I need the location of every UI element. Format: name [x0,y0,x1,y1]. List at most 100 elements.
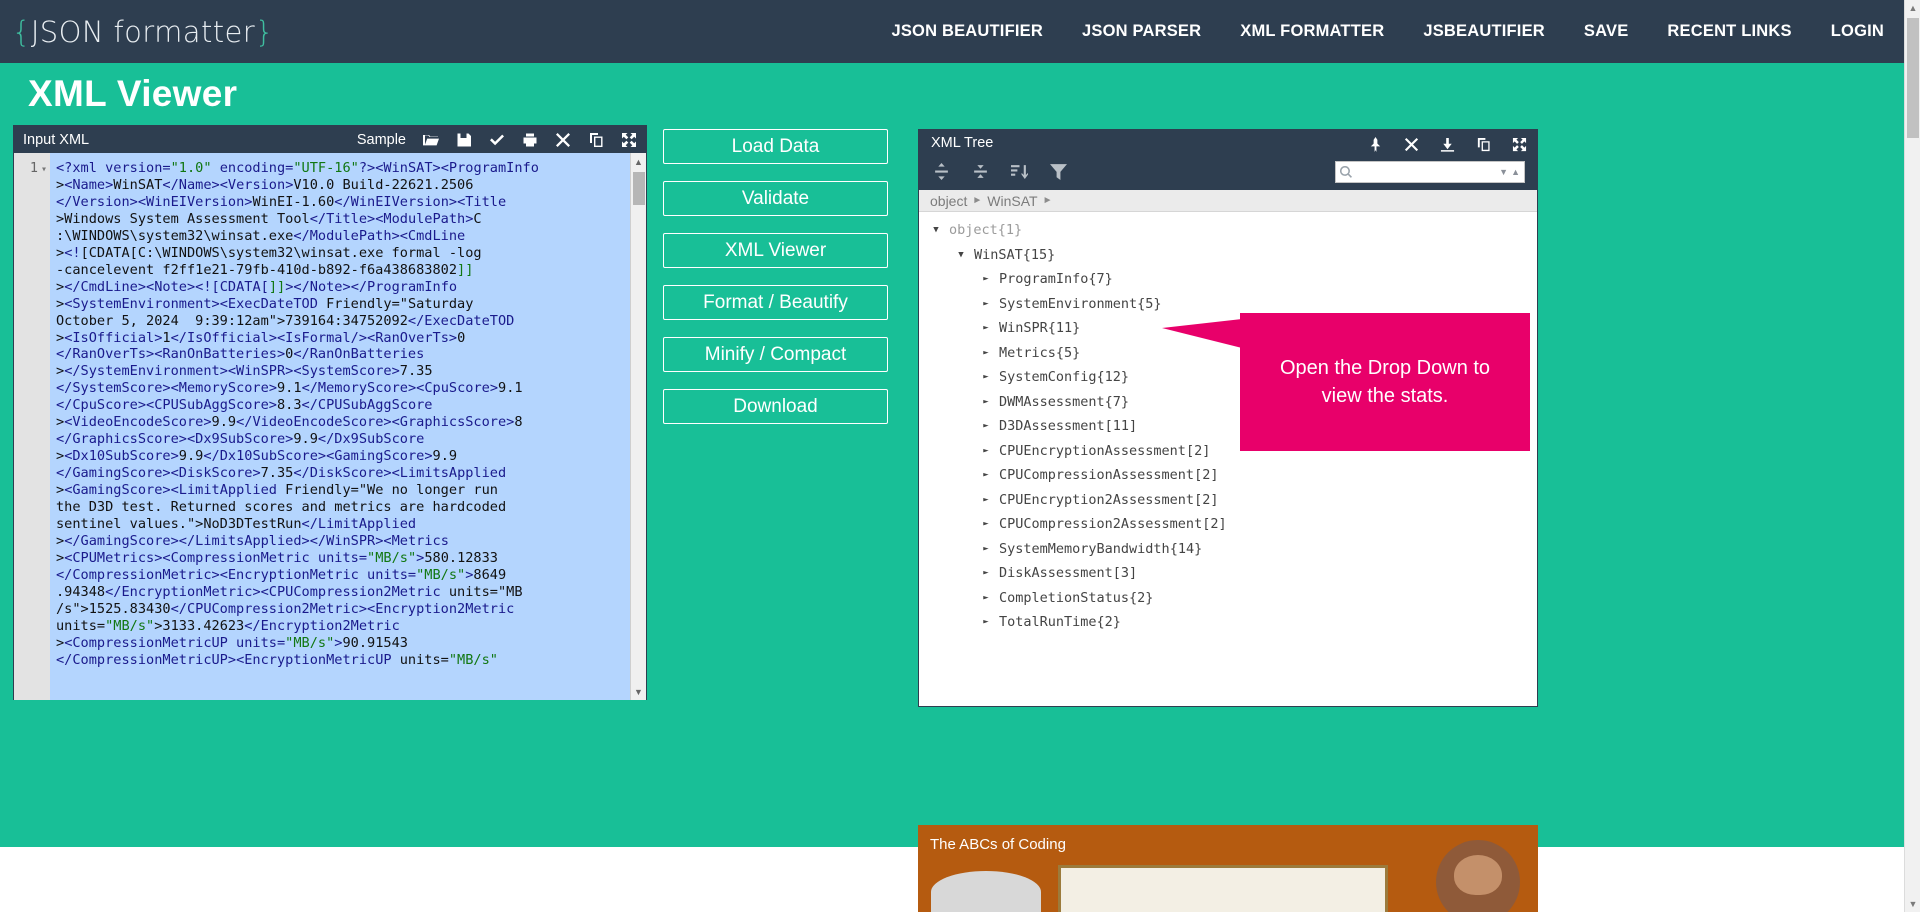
print-icon[interactable] [522,132,538,148]
download-icon[interactable] [1440,137,1455,152]
scroll-down-icon[interactable]: ▼ [631,684,646,699]
triangle-right-icon[interactable]: ► [980,348,992,358]
tree-search-input[interactable] [1355,164,1497,180]
collapse-all-icon[interactable] [972,163,989,180]
triangle-right-icon[interactable]: ► [980,446,992,456]
nav-save[interactable]: SAVE [1584,22,1629,41]
validate-button[interactable]: Validate [663,181,888,216]
pin-icon[interactable] [1368,137,1383,152]
editor-scroll-thumb[interactable] [633,172,645,205]
triangle-right-icon[interactable]: ► [980,519,992,529]
fullscreen-icon[interactable] [1512,137,1527,152]
line-number-1: 1 [29,160,38,176]
breadcrumb-separator-icon: ► [972,195,983,206]
download-button[interactable]: Download [663,389,888,424]
triangle-down-icon[interactable]: ▼ [955,250,967,260]
tree-node-label: WinSPR [999,320,1048,337]
tree-node[interactable]: ► ProgramInfo {7} [919,267,1537,292]
triangle-right-icon[interactable]: ► [980,593,992,603]
format-beautify-button[interactable]: Format / Beautify [663,285,888,320]
triangle-right-icon[interactable]: ► [980,617,992,627]
logo-text: JSON formatter [30,14,256,49]
tree-node-count: {11} [1047,320,1081,337]
xml-source-text[interactable]: <?xml version="1.0" encoding="UTF-16"?><… [50,153,630,700]
nav-xml-formatter[interactable]: XML FORMATTER [1240,22,1384,41]
site-logo[interactable]: {JSON formatter} [12,15,274,49]
xml-tree-header-icons [1368,137,1527,152]
tree-node[interactable]: ► CPUCompressionAssessment [2] [919,463,1537,488]
minify-compact-button[interactable]: Minify / Compact [663,337,888,372]
nav-login[interactable]: LOGIN [1831,22,1884,41]
page-scroll-down-icon[interactable]: ▼ [1905,896,1920,912]
scroll-up-icon[interactable]: ▲ [631,154,646,169]
input-xml-toolbar: Sample [357,132,637,148]
check-icon[interactable] [489,132,505,148]
page-scrollbar[interactable]: ▲ ▼ [1904,0,1920,912]
open-folder-icon[interactable] [423,132,439,148]
tree-node-count: {14} [1169,540,1203,557]
triangle-right-icon[interactable]: ► [980,323,992,333]
copy-icon[interactable] [1476,137,1491,152]
breadcrumb-item-object[interactable]: object [930,193,967,209]
nav-recent-links[interactable]: RECENT LINKS [1667,22,1791,41]
breadcrumb: object ► WinSAT ► [919,190,1537,212]
sample-button[interactable]: Sample [357,132,406,148]
tree-node[interactable]: ► TotalRunTime {2} [919,610,1537,635]
xml-viewer-button[interactable]: XML Viewer [663,233,888,268]
copy-icon[interactable] [588,132,604,148]
action-button-column: Load Data Validate XML Viewer Format / B… [663,129,888,424]
expand-all-icon[interactable] [933,163,950,180]
triangle-right-icon[interactable]: ► [980,544,992,554]
triangle-right-icon[interactable]: ► [980,299,992,309]
editor-vertical-scrollbar[interactable]: ▲ ▼ [630,153,646,700]
editor-line-numbers: 1 ▾ [14,153,50,700]
main-work-area: Input XML Sample 1 ▾ <?xml version="1.0"… [0,125,1920,847]
triangle-right-icon[interactable]: ► [980,470,992,480]
nav-json-beautifier[interactable]: JSON BEAUTIFIER [891,22,1043,41]
load-data-button[interactable]: Load Data [663,129,888,164]
tree-node[interactable]: ► SystemMemoryBandwidth {14} [919,537,1537,562]
close-icon[interactable] [555,132,571,148]
tree-node-label: ProgramInfo [999,271,1089,288]
tree-node-count: {5} [1137,295,1162,312]
input-xml-header: Input XML Sample [14,126,646,153]
nav-jsbeautifier[interactable]: JSBEAUTIFIER [1423,22,1545,41]
save-icon[interactable] [456,132,472,148]
tree-node[interactable]: ▼ WinSAT {15} [919,243,1537,268]
triangle-right-icon[interactable]: ► [980,421,992,431]
tree-node[interactable]: ▼ object {1} [919,218,1537,243]
xml-tree-header: XML Tree ▼ ▲ [919,130,1537,190]
close-icon[interactable] [1404,137,1419,152]
tree-node[interactable]: ► CPUEncryption2Assessment [2] [919,488,1537,513]
tree-node-label: SystemMemoryBandwidth [999,540,1170,557]
triangle-right-icon[interactable]: ► [980,495,992,505]
triangle-right-icon[interactable]: ► [980,274,992,284]
tree-search-box[interactable]: ▼ ▲ [1335,161,1525,183]
tree-node[interactable]: ► DiskAssessment [3] [919,561,1537,586]
nav-json-parser[interactable]: JSON PARSER [1082,22,1201,41]
fullscreen-icon[interactable] [621,132,637,148]
xml-code-editor[interactable]: 1 ▾ <?xml version="1.0" encoding="UTF-16"… [14,153,646,700]
chevron-up-icon[interactable]: ▲ [1511,167,1520,177]
filter-icon[interactable] [1050,163,1067,180]
page-banner: XML Viewer [0,63,1920,125]
triangle-right-icon[interactable]: ► [980,568,992,578]
tree-node-label: DiskAssessment [999,565,1113,582]
triangle-right-icon[interactable]: ► [980,372,992,382]
tree-node-count: {7} [1088,271,1113,288]
xml-tree-title: XML Tree [931,135,994,151]
sort-icon[interactable] [1011,163,1028,180]
breadcrumb-item-winsat[interactable]: WinSAT [987,193,1037,209]
tree-node-label: SystemEnvironment [999,295,1138,312]
tree-node[interactable]: ► CompletionStatus {2} [919,586,1537,611]
tree-node-label: Metrics [999,344,1056,361]
tree-node-label: WinSAT [974,246,1023,263]
video-overlay[interactable]: The ABCs of Coding [918,825,1538,912]
fold-arrow-icon[interactable]: ▾ [41,164,47,175]
triangle-down-icon[interactable]: ▼ [930,225,942,235]
page-scroll-up-icon[interactable]: ▲ [1905,0,1920,16]
chevron-down-icon[interactable]: ▼ [1499,167,1508,177]
page-scroll-thumb[interactable] [1907,18,1919,138]
tree-node[interactable]: ► CPUCompression2Assessment [2] [919,512,1537,537]
triangle-right-icon[interactable]: ► [980,397,992,407]
